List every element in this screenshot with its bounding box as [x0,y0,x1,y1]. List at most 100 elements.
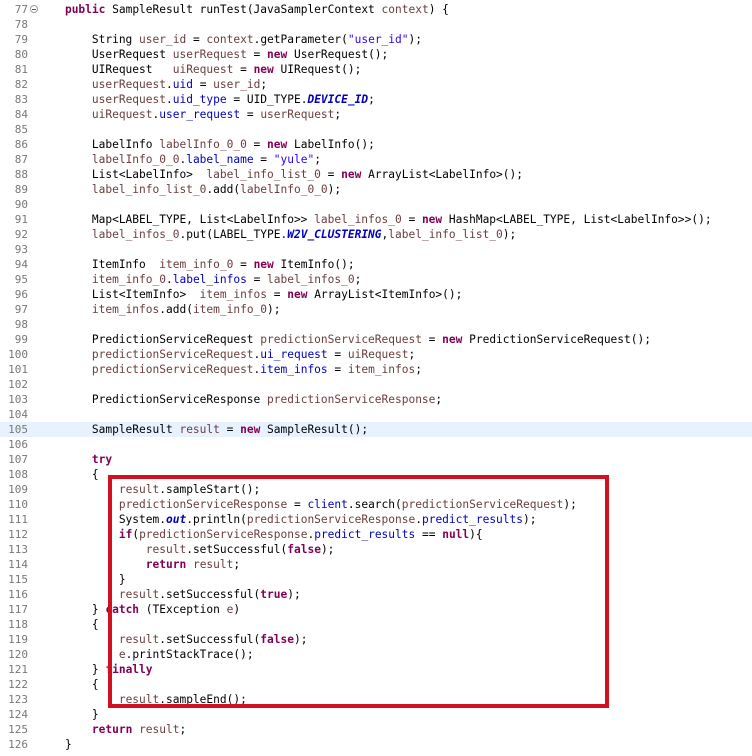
code-token: result [192,558,234,571]
code-text: result.setSuccessful(false); [38,632,308,647]
code-line[interactable]: 80 UserRequest userRequest = new UserReq… [0,47,752,62]
code-text: return result; [38,557,240,572]
code-line[interactable]: 125 return result; [0,722,752,737]
code-token: user_id [213,78,261,91]
code-line[interactable]: 117 } catch (TException e) [0,602,752,617]
code-line[interactable]: 89 label_info_list_0.add(labelInfo_0_0); [0,182,752,197]
code-text: predictionServiceRequest.item_infos = it… [38,362,422,377]
code-token: Map<LABEL_TYPE, List<LabelInfo>> [38,213,315,226]
code-line[interactable]: 87 labelInfo_0_0.label_name = "yule"; [0,152,752,167]
line-number: 122 [8,678,28,691]
code-token: ; [415,363,422,376]
code-token: ; [179,723,187,736]
code-token: List<LabelInfo> [38,168,207,181]
code-line[interactable]: 116 result.setSuccessful(true); [0,587,752,602]
code-line[interactable]: 102 [0,377,752,392]
code-token: PredictionServiceResponse [38,393,268,406]
code-line[interactable]: 98 [0,317,752,332]
code-line[interactable]: 119 result.setSuccessful(false); [0,632,752,647]
code-line[interactable]: 88 List<LabelInfo> label_info_list_0 = n… [0,167,752,182]
code-token: == [415,528,443,541]
code-token: item_infos [260,363,328,376]
code-line[interactable]: 110 predictionServiceResponse = client.s… [0,497,752,512]
code-line[interactable]: 79 String user_id = context.getParameter… [0,32,752,47]
code-line[interactable]: 124 } [0,707,752,722]
code-text: { [38,677,99,692]
line-number: 109 [8,483,28,496]
code-line[interactable]: 115 } [0,572,752,587]
code-line[interactable]: 113 result.setSuccessful(false); [0,542,752,557]
code-token: ); [293,633,308,646]
code-token: result [179,423,220,436]
line-number: 100 [8,348,28,361]
code-token: item_info_0 [91,273,166,286]
code-line[interactable]: 111 System.out.println(predictionService… [0,512,752,527]
code-token: finally [105,663,153,676]
line-number: 77 [14,3,28,16]
code-token: ) { [428,3,449,16]
code-line[interactable]: 100 predictionServiceRequest.ui_request … [0,347,752,362]
line-number: 99 [14,333,28,346]
code-line[interactable]: 108 { [0,467,752,482]
code-text: } finally [38,662,153,677]
code-line[interactable]: 123 result.sampleEnd(); [0,692,752,707]
code-token: client [307,498,348,511]
code-line[interactable]: 104 [0,407,752,422]
collapse-icon[interactable] [30,5,38,13]
code-token: e [118,648,126,661]
code-text: label_infos_0.put(LABEL_TYPE.W2V_CLUSTER… [38,227,516,242]
line-number: 103 [8,393,28,406]
code-line[interactable]: 77 public SampleResult runTest(JavaSampl… [0,2,752,17]
code-line[interactable]: 94 ItemInfo item_info_0 = new ItemInfo()… [0,257,752,272]
code-line[interactable]: 95 item_info_0.label_infos = label_infos… [0,272,752,287]
code-line[interactable]: 106 [0,437,752,452]
code-line[interactable]: 93 [0,242,752,257]
code-line[interactable]: 86 LabelInfo labelInfo_0_0 = new LabelIn… [0,137,752,152]
code-text: predictionServiceRequest.ui_request = ui… [38,347,415,362]
code-token: true [260,588,288,601]
code-line[interactable]: 101 predictionServiceRequest.item_infos … [0,362,752,377]
code-line[interactable]: 114 return result; [0,557,752,572]
code-line[interactable]: 107 try [0,452,752,467]
code-line[interactable]: 85 [0,122,752,137]
code-token: label_infos_0 [267,273,355,286]
code-line[interactable]: 91 Map<LABEL_TYPE, List<LabelInfo>> labe… [0,212,752,227]
code-line[interactable]: 92 label_infos_0.put(LABEL_TYPE.W2V_CLUS… [0,227,752,242]
code-editor[interactable]: 77 public SampleResult runTest(JavaSampl… [0,0,752,756]
code-line[interactable]: 109 result.sampleStart(); [0,482,752,497]
code-token: null [442,528,470,541]
code-token: context [206,33,254,46]
line-number: 116 [8,588,28,601]
code-line[interactable]: 82 userRequest.uid = user_id; [0,77,752,92]
code-line[interactable]: 99 PredictionServiceRequest predictionSe… [0,332,752,347]
code-line[interactable]: 90 [0,197,752,212]
code-token: labelInfo_0_0 [159,138,247,151]
code-token: label_info_list_0 [206,168,321,181]
code-line[interactable]: 126 } [0,737,752,752]
line-number: 78 [14,18,28,31]
code-line[interactable]: 96 List<ItemInfo> item_infos = new Array… [0,287,752,302]
code-line[interactable]: 112 if(predictionServiceResponse.predict… [0,527,752,542]
code-line[interactable]: 122 { [0,677,752,692]
code-text: String user_id = context.getParameter("u… [38,32,422,47]
code-token: result [118,633,160,646]
code-line[interactable]: 105 SampleResult result = new SampleResu… [0,422,752,437]
code-token: = [253,153,274,166]
code-line[interactable]: 81 UIRequest uiRequest = new UIRequest()… [0,62,752,77]
code-line[interactable]: 78 [0,17,752,32]
code-text: result.sampleStart(); [38,482,260,497]
code-line[interactable]: 121 } finally [0,662,752,677]
code-token: UIRequest(); [273,63,362,76]
code-line[interactable]: 84 uiRequest.user_request = userRequest; [0,107,752,122]
code-line[interactable]: 97 item_infos.add(item_info_0); [0,302,752,317]
line-number: 101 [8,363,28,376]
code-line[interactable]: 118 { [0,617,752,632]
code-token: labelInfo_0_0 [91,153,180,166]
code-token: labelInfo_0_0 [240,183,328,196]
code-line[interactable]: 103 PredictionServiceResponse prediction… [0,392,752,407]
code-line[interactable]: 120 e.printStackTrace(); [0,647,752,662]
code-line[interactable]: 83 userRequest.uid_type = UID_TYPE.DEVIC… [0,92,752,107]
